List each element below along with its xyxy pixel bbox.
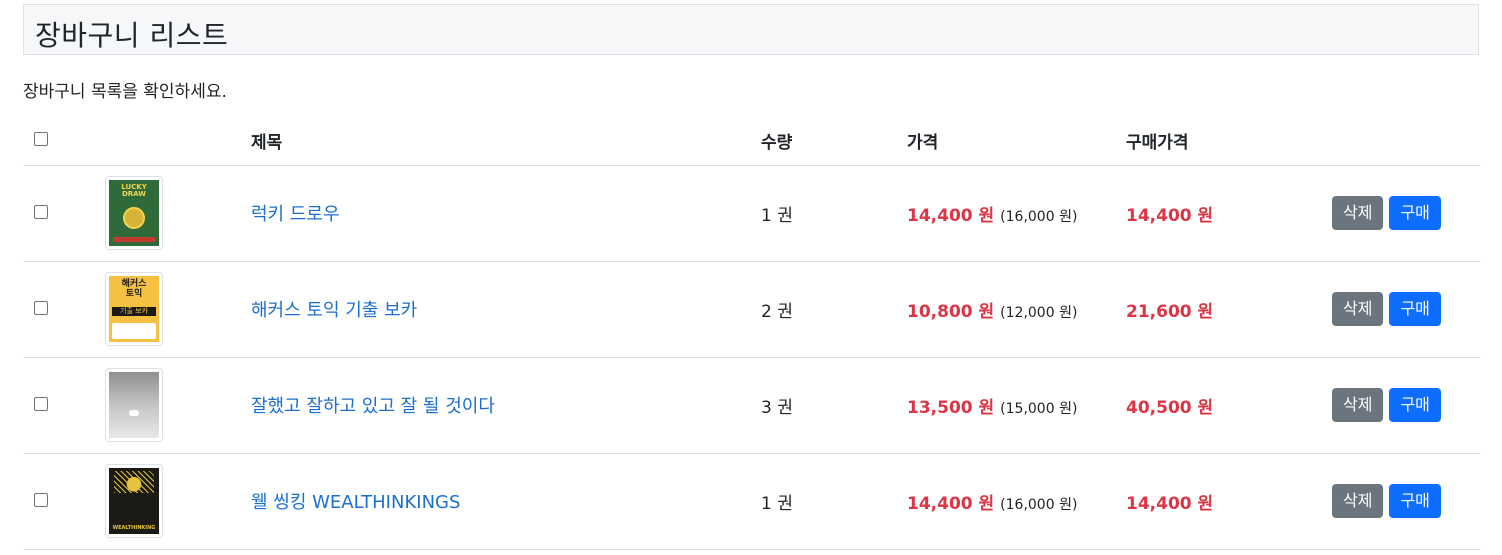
delete-button[interactable]: 삭제 bbox=[1332, 196, 1384, 230]
page-title: 장바구니 리스트 bbox=[35, 19, 229, 52]
table-row: LUCKY DRAW 럭키 드로우 1 권 14,400 원 (16,000 원) … bbox=[23, 165, 1481, 262]
column-header-purchase-price: 구매가격 bbox=[1126, 117, 1296, 166]
original-price: (15,000 원) bbox=[1000, 400, 1078, 417]
grey-landscape-cover-image bbox=[109, 372, 159, 438]
book-title-link[interactable]: 웰 씽킹 WEALTHINKINGS bbox=[251, 492, 460, 513]
sale-price: 14,400 원 bbox=[907, 493, 995, 514]
sale-price: 10,800 원 bbox=[907, 301, 995, 322]
purchase-price: 21,600 원 bbox=[1126, 301, 1214, 322]
table-row: 잘했고 잘하고 있고 잘 될 것이다 3 권 13,500 원 (15,000 원… bbox=[23, 357, 1481, 454]
cart-page: 장바구니 리스트 장바구니 목록을 확인하세요. 제목 수량 가격 구매가격 L… bbox=[0, 0, 1502, 555]
purchase-price: 14,400 원 bbox=[1126, 493, 1214, 514]
buy-button[interactable]: 구매 bbox=[1389, 196, 1441, 230]
buy-button[interactable]: 구매 bbox=[1389, 484, 1441, 518]
book-cover-thumbnail[interactable]: 해커스 토익 기출 보카 bbox=[105, 272, 163, 346]
table-row: WEALTHINKING 웰 씽킹 WEALTHINKINGS 1 권 14,4… bbox=[23, 453, 1481, 550]
quantity-value: 1 권 bbox=[761, 205, 793, 226]
buy-button[interactable]: 구매 bbox=[1389, 292, 1441, 326]
table-row: 해커스 토익 기출 보카 해커스 토익 기출 보카 2 권 10,800 원 (12… bbox=[23, 261, 1481, 358]
original-price: (12,000 원) bbox=[1000, 304, 1078, 321]
column-header-price: 가격 bbox=[907, 117, 1126, 166]
original-price: (16,000 원) bbox=[1000, 496, 1078, 513]
delete-button[interactable]: 삭제 bbox=[1332, 388, 1384, 422]
quantity-value: 2 권 bbox=[761, 301, 793, 322]
book-title-link[interactable]: 잘했고 잘하고 있고 잘 될 것이다 bbox=[251, 396, 495, 417]
buy-button[interactable]: 구매 bbox=[1389, 388, 1441, 422]
row-checkbox[interactable] bbox=[34, 492, 48, 507]
sale-price: 14,400 원 bbox=[907, 205, 995, 226]
original-price: (16,000 원) bbox=[1000, 208, 1078, 225]
column-header-quantity: 수량 bbox=[761, 117, 907, 166]
cart-table: 제목 수량 가격 구매가격 LUCKY DRAW 럭키 드로우 1 권 14,4… bbox=[23, 117, 1481, 550]
delete-button[interactable]: 삭제 bbox=[1332, 292, 1384, 326]
wealthinking-cover-image: WEALTHINKING bbox=[109, 468, 159, 534]
row-checkbox[interactable] bbox=[34, 300, 48, 315]
book-cover-thumbnail[interactable] bbox=[105, 368, 163, 442]
select-all-checkbox[interactable] bbox=[34, 131, 48, 146]
book-title-link[interactable]: 해커스 토익 기출 보카 bbox=[251, 300, 417, 321]
table-header-row: 제목 수량 가격 구매가격 bbox=[23, 117, 1481, 166]
quantity-value: 3 권 bbox=[761, 397, 793, 418]
book-cover-thumbnail[interactable]: LUCKY DRAW bbox=[105, 176, 163, 250]
page-subtitle: 장바구니 목록을 확인하세요. bbox=[23, 82, 227, 102]
purchase-price: 40,500 원 bbox=[1126, 397, 1214, 418]
delete-button[interactable]: 삭제 bbox=[1332, 484, 1384, 518]
column-header-title: 제목 bbox=[251, 117, 761, 166]
title-banner: 장바구니 리스트 bbox=[23, 4, 1479, 55]
row-checkbox[interactable] bbox=[34, 396, 48, 411]
sale-price: 13,500 원 bbox=[907, 397, 995, 418]
book-title-link[interactable]: 럭키 드로우 bbox=[251, 204, 340, 225]
quantity-value: 1 권 bbox=[761, 493, 793, 514]
hackers-toeic-cover-image: 해커스 토익 기출 보카 bbox=[109, 276, 159, 342]
purchase-price: 14,400 원 bbox=[1126, 205, 1214, 226]
row-checkbox[interactable] bbox=[34, 204, 48, 219]
lucky-draw-cover-image: LUCKY DRAW bbox=[109, 180, 159, 246]
book-cover-thumbnail[interactable]: WEALTHINKING bbox=[105, 464, 163, 538]
